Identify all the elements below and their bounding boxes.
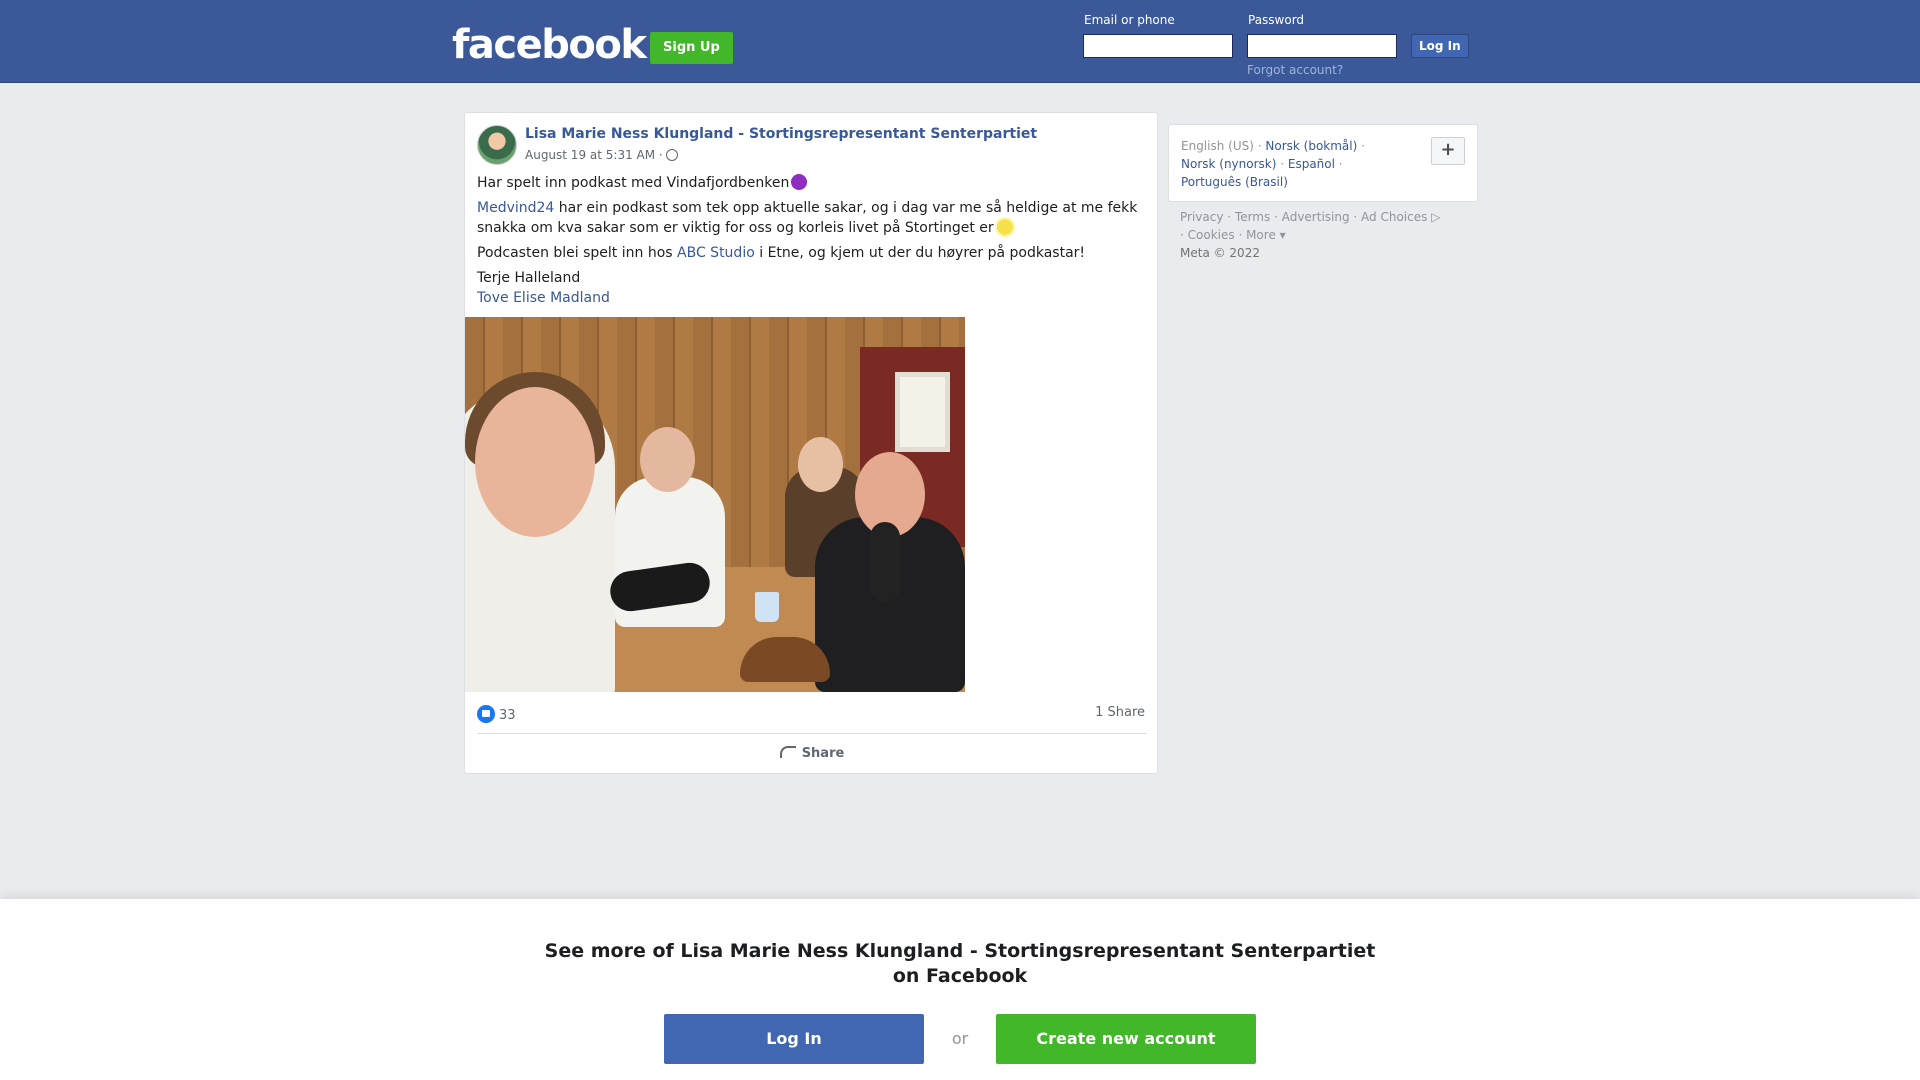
photo-cup [755,592,779,622]
medvind24-link[interactable]: Medvind24 [477,200,554,216]
globe-icon [665,149,678,161]
language-option-bokmal[interactable]: Norsk (bokmål) [1265,139,1357,153]
like-icon [477,705,495,723]
footer-more-link[interactable]: More [1246,228,1276,242]
post-author-name[interactable]: Lisa Marie Ness Klungland - Stortingsrep… [525,126,1037,142]
photo-person-2-head [640,427,695,492]
forgot-account-link[interactable]: Forgot account? [1247,63,1343,77]
password-field[interactable] [1247,34,1397,58]
post-paragraph-1: Har spelt inn podkast med Vindafjordbenk… [477,173,1147,193]
banner-or-label: or [951,1029,969,1048]
login-prompt-banner: See more of Lisa Marie Ness Klungland - … [0,899,1920,1080]
post-photo[interactable] [465,317,965,692]
likes-count: 33 [499,708,516,723]
post-body: Har spelt inn podkast med Vindafjordbenk… [477,173,1147,308]
post-card: Lisa Marie Ness Klungland - Stortingsrep… [464,112,1158,774]
photo-person-3-head [798,437,843,492]
post-paragraph-3: Podcasten blei spelt inn hos ABC Studio … [477,243,1147,263]
photo-person-1-head [475,387,595,537]
post-divider [477,733,1147,734]
timestamp-text[interactable]: August 19 at 5:31 AM [525,148,655,162]
language-list: English (US) · Norsk (bokmål) · Norsk (n… [1181,139,1365,189]
photo-microphone-2 [870,522,900,602]
photo-window [895,372,950,452]
language-selector-box: English (US) · Norsk (bokmål) · Norsk (n… [1168,124,1478,202]
email-label: Email or phone [1084,13,1175,27]
post-paragraph-3-post: i Etne, og kjem ut der du høyrer på podk… [754,245,1086,261]
add-language-button[interactable]: + [1431,137,1465,165]
sun-emoji-icon [996,219,1013,235]
post-paragraph-3-pre: Podcasten blei spelt inn hos [477,245,678,261]
banner-title: See more of Lisa Marie Ness Klungland - … [544,940,1376,987]
footer-links: Privacy · Terms · Advertising · Ad Choic… [1180,210,1441,260]
facebook-logo[interactable]: facebook [452,22,647,68]
language-option-nynorsk[interactable]: Norsk (nynorsk) [1181,157,1276,171]
footer-copyright: Meta © 2022 [1180,246,1260,260]
more-caret-icon: ▾ [1275,228,1286,242]
footer-terms-link[interactable]: Terms [1235,210,1270,224]
password-label: Password [1248,13,1305,27]
top-navigation-bar: facebook Sign Up Email or phone Password… [0,0,1920,83]
likes-summary[interactable]: 33 [477,705,516,723]
post-paragraph-2: Medvind24 har ein podkast som tek opp ak… [477,198,1147,238]
language-option-portugues[interactable]: Português (Brasil) [1181,175,1288,189]
post-line-1: Har spelt inn podkast med Vindafjordbenk… [477,175,790,191]
abc-studio-link[interactable]: ABC Studio [677,245,755,261]
post-paragraph-2-text: har ein podkast som tek opp aktuelle sak… [477,200,1138,236]
star-struck-emoji-icon [791,174,808,190]
tag-terje: Terje Halleland [477,270,581,286]
language-option-espanol[interactable]: Español [1288,157,1335,171]
footer-ad-choices-link[interactable]: Ad Choices [1361,210,1427,224]
banner-login-button[interactable]: Log In [664,1014,924,1064]
footer-privacy-link[interactable]: Privacy [1180,210,1223,224]
share-label: Share [801,746,845,761]
signup-button[interactable]: Sign Up [650,32,733,64]
language-current: English (US) [1181,139,1254,153]
shares-count[interactable]: 1 Share [1095,705,1145,720]
email-field[interactable] [1083,34,1233,58]
create-account-button[interactable]: Create new account [996,1014,1256,1064]
share-button[interactable]: Share [465,735,1159,773]
post-timestamp: August 19 at 5:31 AM · [525,148,678,162]
footer-advertising-link[interactable]: Advertising [1282,210,1350,224]
footer-cookies-link[interactable]: Cookies [1188,228,1235,242]
share-arrow-icon [779,746,796,758]
ad-choices-icon: ▷ [1427,210,1441,224]
tag-tove-link[interactable]: Tove Elise Madland [477,290,610,306]
login-button[interactable]: Log In [1411,34,1469,58]
author-avatar[interactable] [477,125,517,165]
